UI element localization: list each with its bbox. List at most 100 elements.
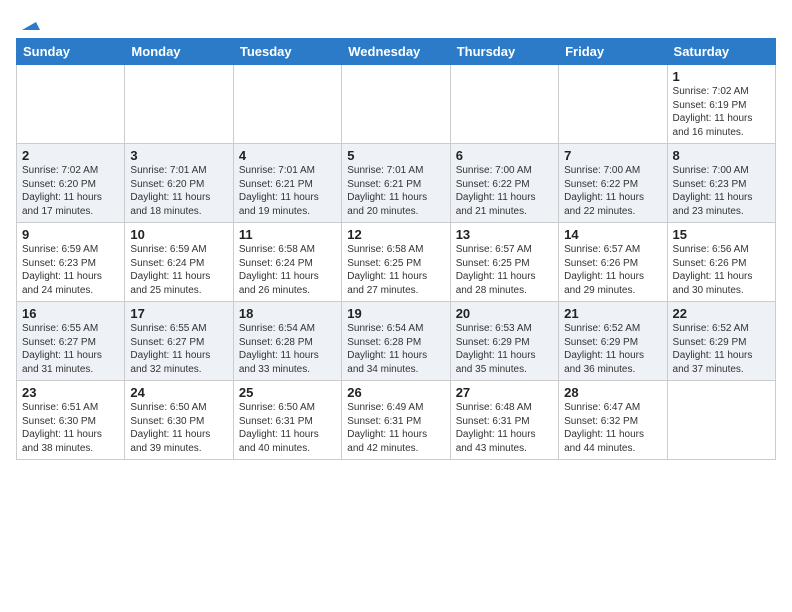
calendar-cell: 7Sunrise: 7:00 AM Sunset: 6:22 PM Daylig… xyxy=(559,144,667,223)
day-number: 9 xyxy=(22,227,119,242)
day-info: Sunrise: 7:01 AM Sunset: 6:20 PM Dayligh… xyxy=(130,164,227,218)
day-info: Sunrise: 6:59 AM Sunset: 6:23 PM Dayligh… xyxy=(22,243,119,297)
day-number: 11 xyxy=(239,227,336,242)
calendar-cell: 22Sunrise: 6:52 AM Sunset: 6:29 PM Dayli… xyxy=(667,302,775,381)
calendar-cell: 23Sunrise: 6:51 AM Sunset: 6:30 PM Dayli… xyxy=(17,381,125,460)
calendar-cell: 11Sunrise: 6:58 AM Sunset: 6:24 PM Dayli… xyxy=(233,223,341,302)
day-info: Sunrise: 7:01 AM Sunset: 6:21 PM Dayligh… xyxy=(239,164,336,218)
day-number: 13 xyxy=(456,227,553,242)
calendar-cell: 17Sunrise: 6:55 AM Sunset: 6:27 PM Dayli… xyxy=(125,302,233,381)
day-number: 10 xyxy=(130,227,227,242)
day-info: Sunrise: 6:50 AM Sunset: 6:30 PM Dayligh… xyxy=(130,401,227,455)
calendar-table: SundayMondayTuesdayWednesdayThursdayFrid… xyxy=(16,38,776,460)
logo xyxy=(16,16,40,30)
day-number: 26 xyxy=(347,385,444,400)
calendar-cell: 13Sunrise: 6:57 AM Sunset: 6:25 PM Dayli… xyxy=(450,223,558,302)
calendar-cell: 15Sunrise: 6:56 AM Sunset: 6:26 PM Dayli… xyxy=(667,223,775,302)
day-number: 14 xyxy=(564,227,661,242)
day-info: Sunrise: 6:54 AM Sunset: 6:28 PM Dayligh… xyxy=(347,322,444,376)
calendar-cell: 26Sunrise: 6:49 AM Sunset: 6:31 PM Dayli… xyxy=(342,381,450,460)
day-number: 6 xyxy=(456,148,553,163)
calendar-cell: 27Sunrise: 6:48 AM Sunset: 6:31 PM Dayli… xyxy=(450,381,558,460)
day-number: 23 xyxy=(22,385,119,400)
day-info: Sunrise: 7:00 AM Sunset: 6:22 PM Dayligh… xyxy=(564,164,661,218)
day-info: Sunrise: 6:57 AM Sunset: 6:25 PM Dayligh… xyxy=(456,243,553,297)
calendar-cell: 24Sunrise: 6:50 AM Sunset: 6:30 PM Dayli… xyxy=(125,381,233,460)
day-info: Sunrise: 6:53 AM Sunset: 6:29 PM Dayligh… xyxy=(456,322,553,376)
page-header xyxy=(16,16,776,30)
day-number: 20 xyxy=(456,306,553,321)
weekday-header: Tuesday xyxy=(233,39,341,65)
day-number: 17 xyxy=(130,306,227,321)
day-info: Sunrise: 6:49 AM Sunset: 6:31 PM Dayligh… xyxy=(347,401,444,455)
weekday-header: Thursday xyxy=(450,39,558,65)
calendar-cell xyxy=(17,65,125,144)
weekday-header: Monday xyxy=(125,39,233,65)
day-number: 16 xyxy=(22,306,119,321)
day-info: Sunrise: 6:48 AM Sunset: 6:31 PM Dayligh… xyxy=(456,401,553,455)
weekday-header-row: SundayMondayTuesdayWednesdayThursdayFrid… xyxy=(17,39,776,65)
day-number: 2 xyxy=(22,148,119,163)
calendar-cell: 5Sunrise: 7:01 AM Sunset: 6:21 PM Daylig… xyxy=(342,144,450,223)
calendar-cell: 10Sunrise: 6:59 AM Sunset: 6:24 PM Dayli… xyxy=(125,223,233,302)
day-number: 21 xyxy=(564,306,661,321)
day-info: Sunrise: 6:47 AM Sunset: 6:32 PM Dayligh… xyxy=(564,401,661,455)
calendar-cell: 12Sunrise: 6:58 AM Sunset: 6:25 PM Dayli… xyxy=(342,223,450,302)
day-info: Sunrise: 7:02 AM Sunset: 6:20 PM Dayligh… xyxy=(22,164,119,218)
day-number: 27 xyxy=(456,385,553,400)
logo-icon xyxy=(18,12,40,34)
day-info: Sunrise: 6:50 AM Sunset: 6:31 PM Dayligh… xyxy=(239,401,336,455)
weekday-header: Sunday xyxy=(17,39,125,65)
calendar-cell xyxy=(233,65,341,144)
day-info: Sunrise: 6:52 AM Sunset: 6:29 PM Dayligh… xyxy=(673,322,770,376)
day-info: Sunrise: 6:55 AM Sunset: 6:27 PM Dayligh… xyxy=(130,322,227,376)
calendar-week-row: 9Sunrise: 6:59 AM Sunset: 6:23 PM Daylig… xyxy=(17,223,776,302)
day-info: Sunrise: 7:02 AM Sunset: 6:19 PM Dayligh… xyxy=(673,85,770,139)
calendar-cell: 16Sunrise: 6:55 AM Sunset: 6:27 PM Dayli… xyxy=(17,302,125,381)
calendar-week-row: 23Sunrise: 6:51 AM Sunset: 6:30 PM Dayli… xyxy=(17,381,776,460)
day-info: Sunrise: 6:51 AM Sunset: 6:30 PM Dayligh… xyxy=(22,401,119,455)
day-number: 25 xyxy=(239,385,336,400)
calendar-cell xyxy=(667,381,775,460)
calendar-cell: 4Sunrise: 7:01 AM Sunset: 6:21 PM Daylig… xyxy=(233,144,341,223)
day-number: 18 xyxy=(239,306,336,321)
day-number: 12 xyxy=(347,227,444,242)
day-info: Sunrise: 6:59 AM Sunset: 6:24 PM Dayligh… xyxy=(130,243,227,297)
day-number: 3 xyxy=(130,148,227,163)
day-info: Sunrise: 6:52 AM Sunset: 6:29 PM Dayligh… xyxy=(564,322,661,376)
day-info: Sunrise: 6:56 AM Sunset: 6:26 PM Dayligh… xyxy=(673,243,770,297)
calendar-week-row: 16Sunrise: 6:55 AM Sunset: 6:27 PM Dayli… xyxy=(17,302,776,381)
calendar-cell: 1Sunrise: 7:02 AM Sunset: 6:19 PM Daylig… xyxy=(667,65,775,144)
weekday-header: Wednesday xyxy=(342,39,450,65)
calendar-cell: 6Sunrise: 7:00 AM Sunset: 6:22 PM Daylig… xyxy=(450,144,558,223)
calendar-cell: 9Sunrise: 6:59 AM Sunset: 6:23 PM Daylig… xyxy=(17,223,125,302)
calendar-week-row: 1Sunrise: 7:02 AM Sunset: 6:19 PM Daylig… xyxy=(17,65,776,144)
day-info: Sunrise: 7:00 AM Sunset: 6:23 PM Dayligh… xyxy=(673,164,770,218)
calendar-cell: 18Sunrise: 6:54 AM Sunset: 6:28 PM Dayli… xyxy=(233,302,341,381)
calendar-cell: 25Sunrise: 6:50 AM Sunset: 6:31 PM Dayli… xyxy=(233,381,341,460)
day-number: 1 xyxy=(673,69,770,84)
day-info: Sunrise: 7:01 AM Sunset: 6:21 PM Dayligh… xyxy=(347,164,444,218)
day-info: Sunrise: 6:58 AM Sunset: 6:24 PM Dayligh… xyxy=(239,243,336,297)
calendar-cell: 19Sunrise: 6:54 AM Sunset: 6:28 PM Dayli… xyxy=(342,302,450,381)
day-info: Sunrise: 7:00 AM Sunset: 6:22 PM Dayligh… xyxy=(456,164,553,218)
day-info: Sunrise: 6:54 AM Sunset: 6:28 PM Dayligh… xyxy=(239,322,336,376)
calendar-cell: 28Sunrise: 6:47 AM Sunset: 6:32 PM Dayli… xyxy=(559,381,667,460)
day-number: 15 xyxy=(673,227,770,242)
day-number: 19 xyxy=(347,306,444,321)
day-number: 8 xyxy=(673,148,770,163)
calendar-cell: 21Sunrise: 6:52 AM Sunset: 6:29 PM Dayli… xyxy=(559,302,667,381)
day-info: Sunrise: 6:55 AM Sunset: 6:27 PM Dayligh… xyxy=(22,322,119,376)
day-number: 28 xyxy=(564,385,661,400)
calendar-cell: 20Sunrise: 6:53 AM Sunset: 6:29 PM Dayli… xyxy=(450,302,558,381)
calendar-cell: 2Sunrise: 7:02 AM Sunset: 6:20 PM Daylig… xyxy=(17,144,125,223)
day-info: Sunrise: 6:57 AM Sunset: 6:26 PM Dayligh… xyxy=(564,243,661,297)
day-number: 22 xyxy=(673,306,770,321)
calendar-cell xyxy=(125,65,233,144)
calendar-cell: 14Sunrise: 6:57 AM Sunset: 6:26 PM Dayli… xyxy=(559,223,667,302)
day-info: Sunrise: 6:58 AM Sunset: 6:25 PM Dayligh… xyxy=(347,243,444,297)
calendar-cell xyxy=(342,65,450,144)
calendar-cell: 8Sunrise: 7:00 AM Sunset: 6:23 PM Daylig… xyxy=(667,144,775,223)
day-number: 24 xyxy=(130,385,227,400)
day-number: 5 xyxy=(347,148,444,163)
